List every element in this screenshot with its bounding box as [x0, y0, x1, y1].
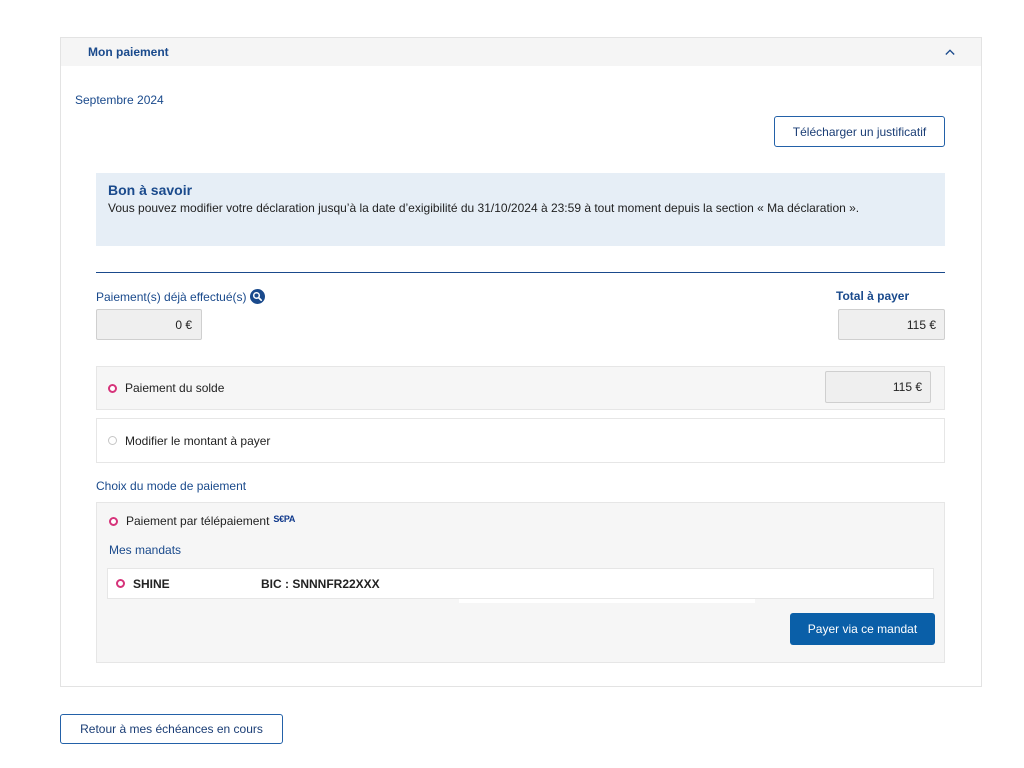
period-label: Septembre 2024	[75, 93, 164, 107]
panel-header[interactable]: Mon paiement	[61, 38, 981, 66]
radio-selected-icon[interactable]	[116, 579, 125, 588]
blank-area	[459, 599, 755, 603]
section-divider	[96, 272, 945, 273]
paid-amount-field: 0 €	[96, 309, 202, 340]
chevron-up-icon[interactable]	[945, 47, 955, 57]
info-box: Bon à savoir Vous pouvez modifier votre …	[96, 173, 945, 246]
sepa-logo-text: S€PA	[273, 514, 296, 524]
option-telepayment[interactable]: Paiement par télépaiement S€PA	[109, 514, 295, 528]
balance-amount-field: 115 €	[825, 371, 931, 403]
mandate-row[interactable]: SHINE BIC : SNNNFR22XXX	[107, 568, 934, 599]
back-to-schedules-button[interactable]: Retour à mes échéances en cours	[60, 714, 283, 744]
total-amount-field: 115 €	[838, 309, 945, 340]
search-icon[interactable]	[249, 289, 265, 304]
info-title: Bon à savoir	[108, 182, 193, 198]
option-modify-amount[interactable]: Modifier le montant à payer	[96, 418, 945, 463]
payment-mode-title: Choix du mode de paiement	[96, 479, 247, 493]
mandate-name: SHINE	[133, 576, 170, 591]
total-label: Total à payer	[836, 289, 910, 303]
info-text: Vous pouvez modifier votre déclaration j…	[108, 201, 860, 215]
radio-selected-icon[interactable]	[108, 383, 117, 393]
mandate-bic: BIC : SNNNFR22XXX	[261, 576, 380, 591]
pay-mandate-button[interactable]: Payer via ce mandat	[790, 613, 935, 645]
option-modify-amount-label: Modifier le montant à payer	[125, 433, 271, 448]
paid-payments-text: Paiement(s) déjà effectué(s)	[96, 289, 247, 304]
paid-payments-label: Paiement(s) déjà effectué(s)	[96, 289, 265, 304]
download-receipt-button[interactable]: Télécharger un justificatif	[774, 116, 945, 147]
payment-mode-box: Paiement par télépaiement S€PA Mes manda…	[96, 502, 945, 663]
sepa-logo-icon: S€PA	[273, 515, 295, 527]
panel-title: Mon paiement	[88, 45, 169, 59]
radio-selected-icon[interactable]	[109, 516, 118, 526]
mandates-label: Mes mandats	[109, 543, 182, 557]
radio-unselected-icon[interactable]	[108, 436, 117, 445]
option-pay-balance[interactable]: Paiement du solde	[96, 366, 945, 410]
option-pay-balance-label: Paiement du solde	[125, 381, 225, 395]
telepayment-label: Paiement par télépaiement	[126, 514, 270, 528]
